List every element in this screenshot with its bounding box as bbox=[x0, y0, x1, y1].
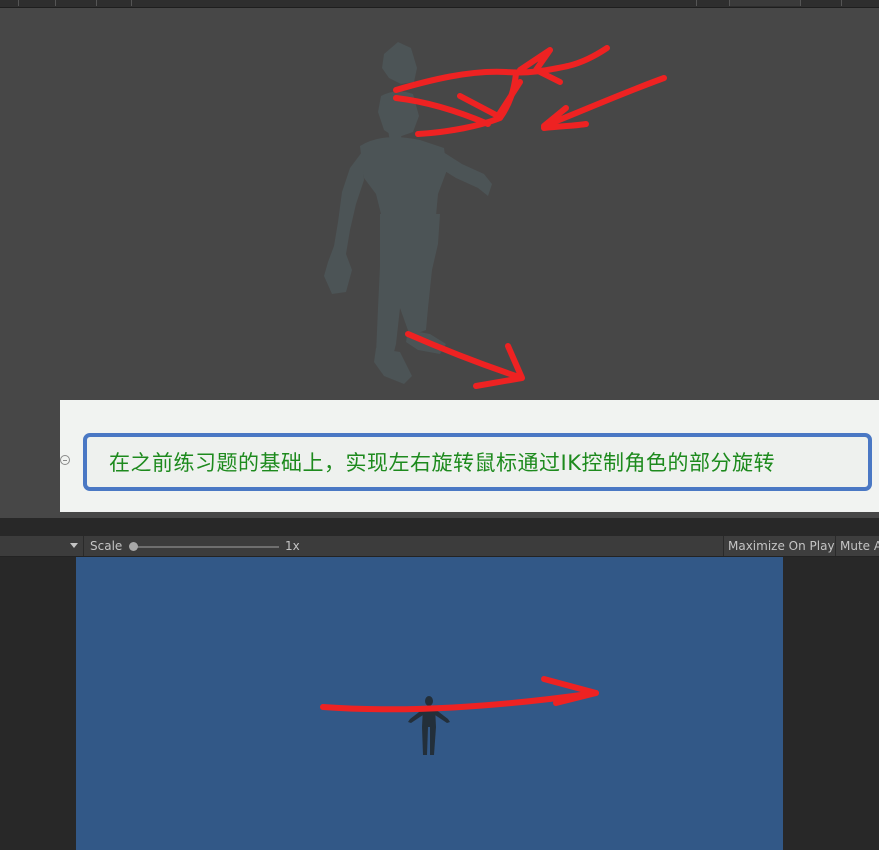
game-canvas bbox=[320, 676, 599, 755]
annotation-arrow bbox=[320, 676, 599, 713]
toolbar-dropdown[interactable] bbox=[730, 0, 801, 6]
toolbar-button[interactable] bbox=[697, 0, 730, 6]
toolbar-button[interactable] bbox=[0, 0, 19, 6]
caption-text: 在之前练习题的基础上，实现左右旋转鼠标通过IK控制角色的部分旋转 bbox=[109, 451, 775, 475]
toolbar-button[interactable] bbox=[801, 0, 842, 6]
collapse-icon[interactable] bbox=[60, 455, 70, 465]
mute-audio-button[interactable]: Mute A bbox=[835, 536, 879, 556]
scene-view[interactable]: 在之前练习题的基础上，实现左右旋转鼠标通过IK控制角色的部分旋转 bbox=[0, 8, 879, 518]
maximize-on-play-button[interactable]: Maximize On Play bbox=[723, 536, 839, 556]
game-view-toolbar: Scale 1x Maximize On Play Mute A bbox=[0, 536, 879, 557]
caption-box: 在之前练习题的基础上，实现左右旋转鼠标通过IK控制角色的部分旋转 bbox=[83, 433, 872, 491]
game-viewport[interactable] bbox=[76, 557, 783, 850]
scale-value: 1x bbox=[285, 539, 300, 553]
dropdown-arrow-icon[interactable] bbox=[70, 543, 78, 548]
game-view[interactable] bbox=[0, 557, 879, 850]
toolbar-button[interactable] bbox=[670, 0, 697, 6]
toolbar-button[interactable] bbox=[97, 0, 132, 6]
toolbar-separator bbox=[83, 536, 84, 556]
scale-slider-handle[interactable] bbox=[129, 542, 138, 551]
caption-panel: 在之前练习题的基础上，实现左右旋转鼠标通过IK控制角色的部分旋转 bbox=[60, 400, 879, 512]
panel-divider bbox=[0, 518, 879, 536]
toolbar-button[interactable] bbox=[56, 0, 97, 6]
top-toolbar bbox=[0, 0, 879, 8]
scale-slider-track[interactable] bbox=[133, 546, 279, 548]
toolbar-button[interactable] bbox=[19, 0, 56, 6]
scale-label: Scale bbox=[90, 539, 123, 553]
